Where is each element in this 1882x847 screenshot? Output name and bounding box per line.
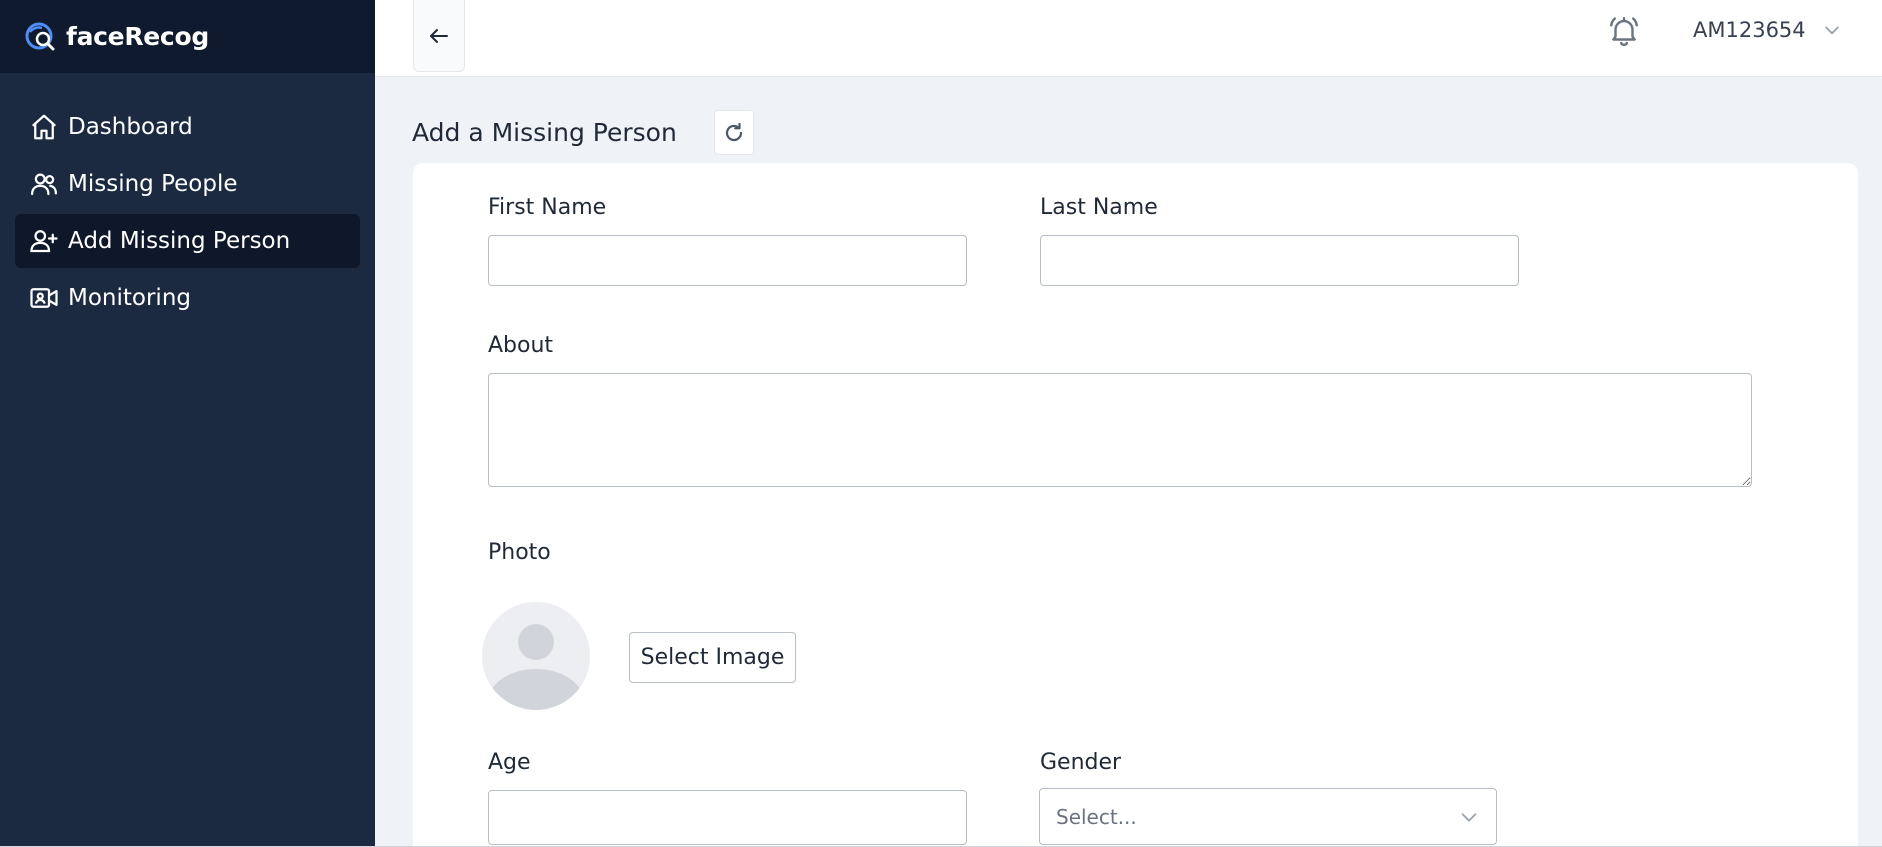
user-plus-icon: [27, 224, 61, 258]
sidebar: faceRecog Dashboard Missing People Add M…: [0, 0, 375, 847]
topbar: AM123654: [375, 0, 1882, 77]
back-button[interactable]: [413, 0, 465, 72]
home-icon: [27, 110, 61, 144]
refresh-button[interactable]: [713, 110, 754, 155]
brand-name: faceRecog: [66, 22, 209, 51]
gender-label: Gender: [1040, 750, 1122, 775]
face-scan-logo-icon: [24, 20, 58, 54]
video-camera-icon: [27, 281, 61, 315]
last-name-label: Last Name: [1040, 195, 1158, 220]
page-title: Add a Missing Person: [412, 118, 677, 147]
sidebar-item-missing-people[interactable]: Missing People: [15, 157, 360, 211]
user-silhouette-icon: [482, 602, 590, 710]
about-label: About: [488, 333, 554, 358]
last-name-input[interactable]: [1040, 235, 1519, 286]
sidebar-item-label: Add Missing Person: [68, 228, 291, 254]
refresh-icon: [722, 121, 746, 145]
notification-button[interactable]: [1605, 12, 1643, 50]
user-menu[interactable]: AM123654: [1693, 18, 1842, 42]
select-image-button[interactable]: Select Image: [629, 632, 796, 683]
sidebar-item-label: Missing People: [68, 171, 238, 197]
age-label: Age: [488, 750, 531, 775]
gender-select[interactable]: Select...: [1039, 788, 1497, 845]
photo-label: Photo: [488, 540, 551, 565]
sidebar-item-label: Monitoring: [68, 285, 191, 311]
app-root: faceRecog Dashboard Missing People Add M…: [0, 0, 1882, 847]
about-textarea[interactable]: [488, 373, 1752, 487]
sidebar-item-add-missing-person[interactable]: Add Missing Person: [15, 214, 360, 268]
chevron-down-icon: [1822, 20, 1842, 40]
sidebar-item-dashboard[interactable]: Dashboard: [15, 100, 360, 154]
gender-select-value: Select...: [1056, 804, 1137, 829]
age-input[interactable]: [488, 790, 967, 845]
user-id: AM123654: [1693, 18, 1806, 42]
sidebar-nav: Dashboard Missing People Add Missing Per…: [0, 100, 375, 325]
avatar-placeholder: [482, 602, 590, 710]
sidebar-header: faceRecog: [0, 0, 375, 73]
users-icon: [27, 167, 61, 201]
chevron-down-icon: [1458, 806, 1480, 828]
page-header: Add a Missing Person: [412, 110, 754, 155]
bell-ringing-icon: [1607, 14, 1641, 48]
sidebar-item-monitoring[interactable]: Monitoring: [15, 271, 360, 325]
first-name-label: First Name: [488, 195, 607, 220]
arrow-left-icon: [427, 24, 451, 48]
first-name-input[interactable]: [488, 235, 967, 286]
sidebar-item-label: Dashboard: [68, 114, 193, 140]
